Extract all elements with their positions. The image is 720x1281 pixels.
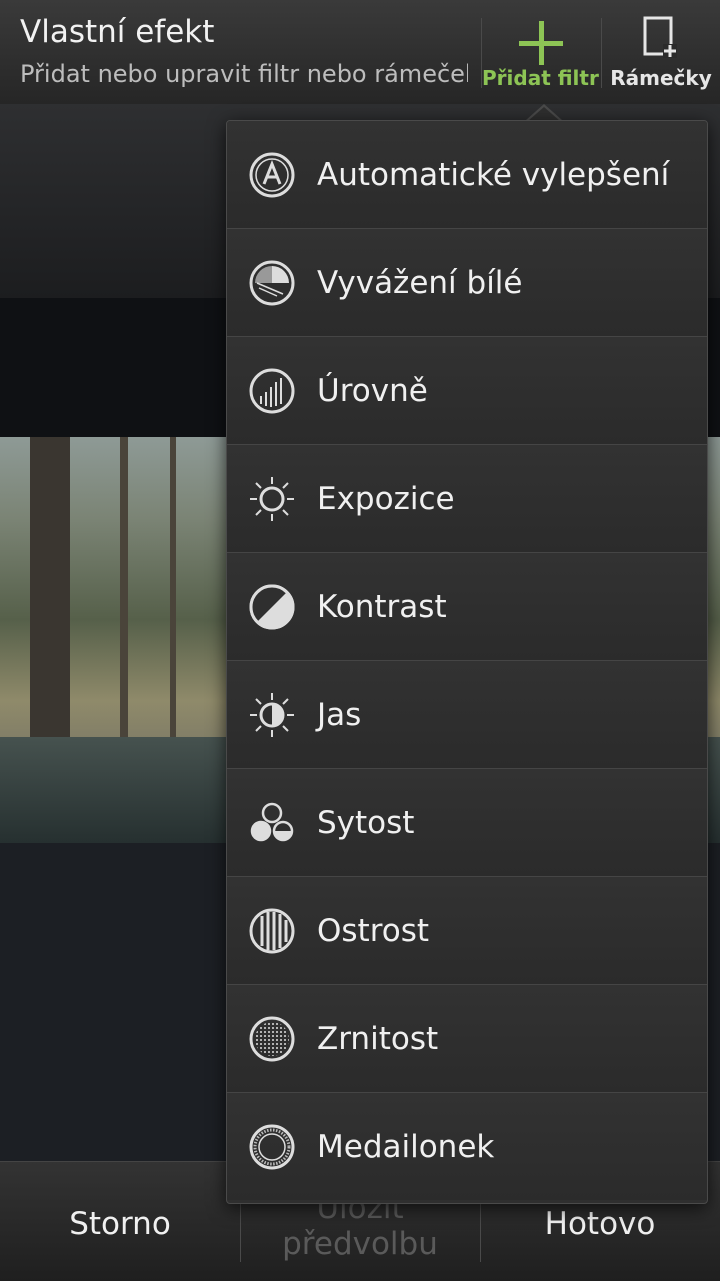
page-title: Vlastní efekt bbox=[20, 14, 215, 50]
frame-icon bbox=[643, 16, 677, 58]
brightness-icon bbox=[250, 693, 294, 737]
menu-item-saturation[interactable]: Sytost bbox=[227, 769, 707, 877]
menu-item-grain[interactable]: Zrnitost bbox=[227, 985, 707, 1093]
exposure-icon bbox=[250, 477, 294, 521]
menu-item-exposure[interactable]: Expozice bbox=[227, 445, 707, 553]
menu-item-label: Sytost bbox=[317, 805, 415, 841]
cancel-button[interactable]: Storno bbox=[0, 1162, 240, 1281]
menu-pointer-inner bbox=[528, 107, 560, 121]
vignette-icon bbox=[249, 1124, 295, 1170]
menu-item-label: Expozice bbox=[317, 481, 455, 517]
menu-item-auto-enhance[interactable]: Automatické vylepšení bbox=[227, 121, 707, 229]
menu-item-label: Automatické vylepšení bbox=[317, 157, 670, 193]
menu-item-levels[interactable]: Úrovně bbox=[227, 337, 707, 445]
action-bar: Vlastní efekt Přidat nebo upravit filtr … bbox=[0, 0, 720, 105]
menu-item-white-balance[interactable]: Vyvážení bílé bbox=[227, 229, 707, 337]
white-balance-icon bbox=[249, 260, 295, 306]
done-label: Hotovo bbox=[544, 1206, 656, 1242]
add-filter-button[interactable]: Přidat filtr bbox=[482, 0, 599, 104]
menu-item-contrast[interactable]: Kontrast bbox=[227, 553, 707, 661]
menu-item-label: Jas bbox=[317, 697, 362, 733]
sharpness-icon bbox=[249, 908, 295, 954]
menu-item-label: Medailonek bbox=[317, 1129, 495, 1165]
menu-item-sharpness[interactable]: Ostrost bbox=[227, 877, 707, 985]
grain-icon bbox=[249, 1016, 295, 1062]
menu-item-label: Zrnitost bbox=[317, 1021, 439, 1057]
menu-item-label: Vyvážení bílé bbox=[317, 265, 523, 301]
levels-icon bbox=[249, 368, 295, 414]
contrast-icon bbox=[249, 584, 295, 630]
menu-item-brightness[interactable]: Jas bbox=[227, 661, 707, 769]
save-preset-line2: předvolbu bbox=[282, 1226, 438, 1262]
menu-item-label: Ostrost bbox=[317, 913, 430, 949]
frames-button[interactable]: Rámečky bbox=[602, 0, 720, 104]
page-subtitle: Přidat nebo upravit filtr nebo rámeček bbox=[20, 60, 468, 88]
menu-item-label: Kontrast bbox=[317, 589, 447, 625]
auto-enhance-icon bbox=[249, 152, 295, 198]
add-filter-label: Přidat filtr bbox=[482, 66, 599, 90]
menu-item-label: Úrovně bbox=[317, 373, 428, 409]
cancel-label: Storno bbox=[69, 1206, 171, 1242]
menu-item-vignette[interactable]: Medailonek bbox=[227, 1093, 707, 1200]
frames-label: Rámečky bbox=[610, 66, 712, 90]
saturation-icon bbox=[250, 802, 294, 842]
plus-icon-stroke bbox=[539, 21, 544, 65]
filter-menu: Automatické vylepšení Vyvážení bílé Úrov… bbox=[226, 120, 708, 1204]
